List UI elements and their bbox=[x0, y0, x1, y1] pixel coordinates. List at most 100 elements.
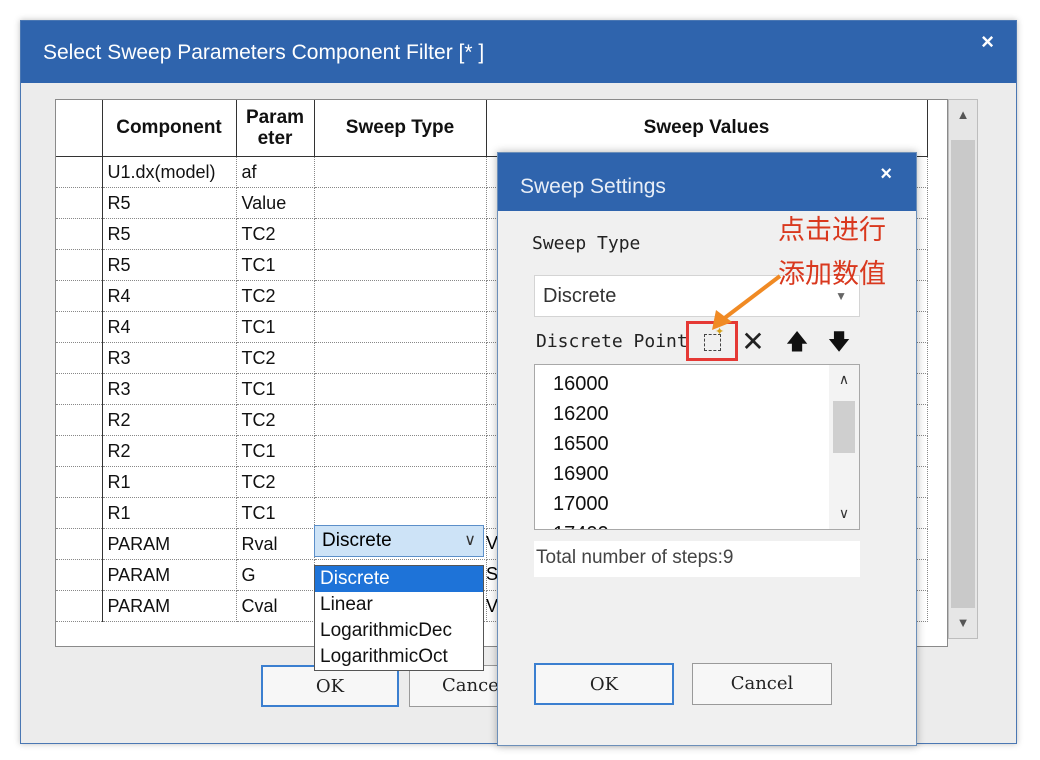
parameter-cell[interactable]: TC2 bbox=[236, 342, 315, 374]
ok-button[interactable]: OK bbox=[261, 665, 399, 707]
parameter-cell[interactable]: TC1 bbox=[236, 373, 315, 405]
parameter-header-part: eter bbox=[257, 128, 293, 149]
row-header-cell[interactable] bbox=[56, 342, 103, 374]
parameter-cell[interactable]: Cval bbox=[236, 590, 315, 622]
list-item[interactable]: 16000 bbox=[553, 369, 609, 399]
sweep-type-cell[interactable] bbox=[314, 187, 487, 219]
component-cell[interactable]: U1.dx(model) bbox=[102, 156, 237, 188]
parameter-cell[interactable]: af bbox=[236, 156, 315, 188]
parameter-cell[interactable]: TC2 bbox=[236, 280, 315, 312]
component-cell[interactable]: R5 bbox=[102, 218, 237, 250]
parameter-cell[interactable]: TC2 bbox=[236, 218, 315, 250]
grid-vertical-scrollbar[interactable]: ▲ ▼ bbox=[948, 99, 978, 639]
dropdown-option[interactable]: LogarithmicDec bbox=[315, 618, 483, 644]
sweep-type-cell[interactable] bbox=[314, 497, 487, 529]
row-header-cell[interactable] bbox=[56, 311, 103, 343]
row-header-cell[interactable] bbox=[56, 435, 103, 467]
move-down-icon[interactable]: 🡇 bbox=[824, 326, 854, 358]
row-header-cell[interactable] bbox=[56, 218, 103, 250]
row-header-cell[interactable] bbox=[56, 249, 103, 281]
discrete-points-label: Discrete Point bbox=[536, 331, 686, 352]
sweep-type-cell[interactable] bbox=[314, 342, 487, 374]
row-header-cell[interactable] bbox=[56, 156, 103, 188]
parameter-cell[interactable]: TC2 bbox=[236, 466, 315, 498]
column-header-sweep-values[interactable]: Sweep Values bbox=[486, 100, 928, 157]
scroll-down-arrow[interactable]: ▼ bbox=[949, 610, 977, 636]
sweep-type-label: Sweep Type bbox=[532, 233, 641, 254]
settings-ok-button[interactable]: OK bbox=[534, 663, 674, 705]
component-cell[interactable]: R5 bbox=[102, 249, 237, 281]
scroll-up-arrow[interactable]: ∧ bbox=[829, 371, 859, 388]
sweep-type-cell[interactable] bbox=[314, 435, 487, 467]
column-header-sweep-type[interactable]: Sweep Type bbox=[314, 100, 487, 157]
component-cell[interactable]: R4 bbox=[102, 311, 237, 343]
points-scrollbar[interactable]: ∧ ∨ bbox=[829, 365, 859, 529]
row-header-cell[interactable] bbox=[56, 590, 103, 622]
list-item[interactable]: 17000 bbox=[553, 489, 609, 519]
component-cell[interactable]: R5 bbox=[102, 187, 237, 219]
close-icon[interactable]: × bbox=[981, 29, 994, 55]
component-cell[interactable]: R3 bbox=[102, 373, 237, 405]
scroll-down-arrow[interactable]: ∨ bbox=[829, 505, 859, 522]
component-cell[interactable]: R4 bbox=[102, 280, 237, 312]
settings-cancel-button[interactable]: Cancel bbox=[692, 663, 832, 705]
component-cell[interactable]: PARAM bbox=[102, 559, 237, 591]
component-cell[interactable]: PARAM bbox=[102, 528, 237, 560]
sweep-type-cell[interactable] bbox=[314, 373, 487, 405]
parameter-cell[interactable]: Rval bbox=[236, 528, 315, 560]
component-cell[interactable]: R1 bbox=[102, 497, 237, 529]
column-header-component[interactable]: Component bbox=[102, 100, 237, 157]
row-header-cell[interactable] bbox=[56, 497, 103, 529]
dropdown-option[interactable]: Discrete bbox=[315, 566, 483, 592]
row-header-cell[interactable] bbox=[56, 404, 103, 436]
dialog-title-bar: Select Sweep Parameters Component Filter… bbox=[21, 21, 1016, 83]
row-header-cell[interactable] bbox=[56, 559, 103, 591]
component-cell[interactable]: R2 bbox=[102, 404, 237, 436]
row-header-corner bbox=[56, 100, 103, 157]
list-item[interactable]: 16200 bbox=[553, 399, 609, 429]
scroll-up-arrow[interactable]: ▲ bbox=[949, 102, 977, 128]
list-item[interactable]: 16500 bbox=[553, 429, 609, 459]
points-scroll-thumb[interactable] bbox=[833, 401, 855, 453]
sweep-type-cell[interactable] bbox=[314, 466, 487, 498]
sweep-type-cell[interactable] bbox=[314, 404, 487, 436]
parameter-cell[interactable]: Value bbox=[236, 187, 315, 219]
component-cell[interactable]: R1 bbox=[102, 466, 237, 498]
sweep-type-cell[interactable] bbox=[314, 218, 487, 250]
component-cell[interactable]: R2 bbox=[102, 435, 237, 467]
sweep-type-dropdown-list: Discrete Linear LogarithmicDec LogarithmicO… bbox=[314, 565, 484, 671]
chevron-down-icon: ∨ bbox=[464, 532, 476, 549]
cancel-button[interactable]: Cance bbox=[409, 665, 509, 707]
row-header-cell[interactable] bbox=[56, 187, 103, 219]
column-header-parameter[interactable]: Param eter bbox=[236, 100, 315, 157]
sweep-type-cell[interactable] bbox=[314, 311, 487, 343]
column-header-parameter-text: Param eter bbox=[246, 107, 304, 149]
list-item[interactable]: 16900 bbox=[553, 459, 609, 489]
discrete-points-list[interactable]: 160001620016500169001700017400 ∧ ∨ bbox=[534, 364, 860, 530]
dialog-title: Select Sweep Parameters Component Filter… bbox=[43, 41, 485, 64]
row-header-cell[interactable] bbox=[56, 466, 103, 498]
component-cell[interactable]: PARAM bbox=[102, 590, 237, 622]
parameter-cell[interactable]: G bbox=[236, 559, 315, 591]
parameter-cell[interactable]: TC1 bbox=[236, 249, 315, 281]
parameter-cell[interactable]: TC2 bbox=[236, 404, 315, 436]
dropdown-option[interactable]: LogarithmicOct bbox=[315, 644, 483, 670]
sweep-type-combo[interactable]: Discrete ∨ bbox=[314, 525, 484, 557]
row-header-cell[interactable] bbox=[56, 280, 103, 312]
parameter-cell[interactable]: TC1 bbox=[236, 311, 315, 343]
parameter-cell[interactable]: TC1 bbox=[236, 435, 315, 467]
sweep-type-cell[interactable] bbox=[314, 156, 487, 188]
sweep-type-cell[interactable] bbox=[314, 249, 487, 281]
row-header-cell[interactable] bbox=[56, 373, 103, 405]
list-item[interactable]: 17400 bbox=[553, 519, 609, 529]
close-icon[interactable]: × bbox=[880, 163, 892, 186]
parameter-header-part: Param bbox=[245, 107, 305, 128]
sweep-type-cell[interactable] bbox=[314, 280, 487, 312]
row-header-cell[interactable] bbox=[56, 528, 103, 560]
scroll-thumb[interactable] bbox=[951, 140, 975, 608]
parameter-cell[interactable]: TC1 bbox=[236, 497, 315, 529]
annotation-text-line1: 点击进行 bbox=[778, 215, 886, 245]
sweep-type-combo-value: Discrete bbox=[322, 530, 392, 551]
dropdown-option[interactable]: Linear bbox=[315, 592, 483, 618]
component-cell[interactable]: R3 bbox=[102, 342, 237, 374]
